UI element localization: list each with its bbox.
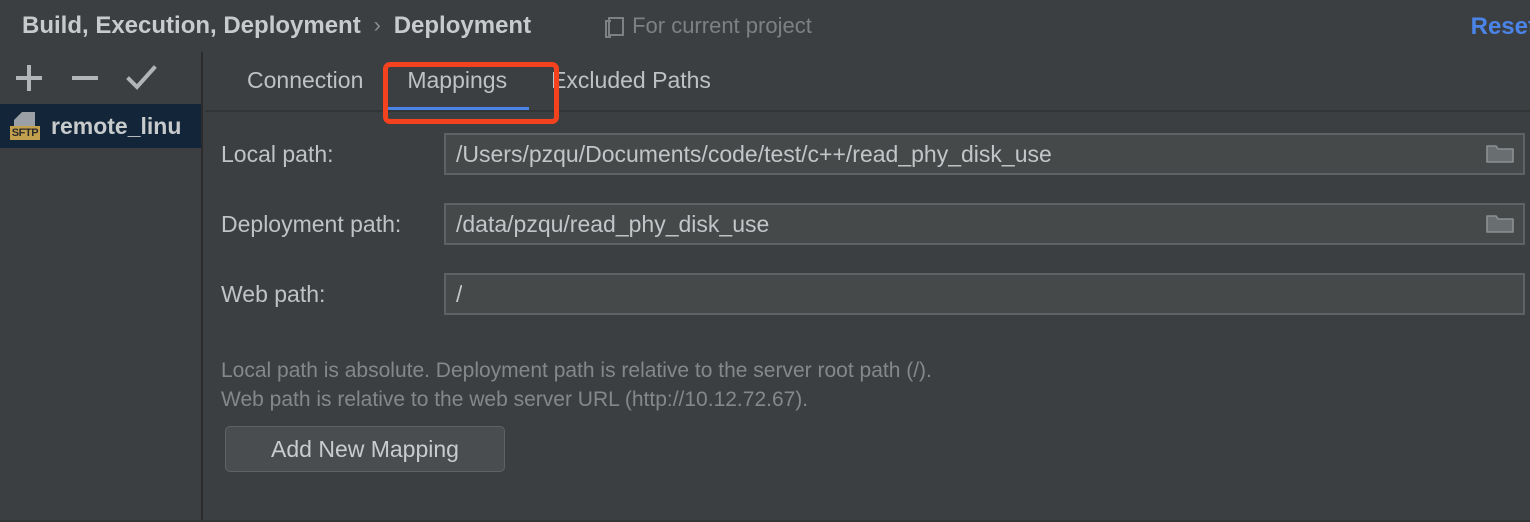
sidebar-item-remote-linux[interactable]: SFTP remote_linu [0, 104, 201, 148]
deployment-path-value: /data/pzqu/read_phy_disk_use [446, 211, 769, 238]
plus-icon[interactable] [12, 61, 46, 95]
local-path-value: /Users/pzqu/Documents/code/test/c++/read… [446, 141, 1052, 168]
local-path-folder-icon[interactable] [1485, 142, 1515, 166]
breadcrumb-root[interactable]: Build, Execution, Deployment [22, 12, 361, 40]
deployment-path-label: Deployment path: [221, 211, 401, 238]
settings-dialog-deployment: Build, Execution, Deployment › Deploymen… [0, 0, 1530, 522]
add-new-mapping-button[interactable]: Add New Mapping [225, 426, 505, 472]
tab-bar-divider [205, 110, 1530, 112]
hint-line-1: Local path is absolute. Deployment path … [221, 356, 1321, 385]
reset-link[interactable]: Reset [1471, 13, 1530, 41]
local-path-label: Local path: [221, 141, 334, 168]
web-path-input[interactable]: / [444, 273, 1525, 315]
tab-connection-label: Connection [247, 67, 363, 93]
tab-connection[interactable]: Connection [225, 53, 385, 110]
web-path-label: Web path: [221, 281, 325, 308]
add-new-mapping-label: Add New Mapping [271, 436, 459, 463]
hint-line-2: Web path is relative to the web server U… [221, 385, 1321, 414]
sftp-badge-label: SFTP [10, 126, 40, 140]
tab-bar: Connection Mappings Excluded Paths [205, 52, 733, 110]
deployment-path-folder-icon[interactable] [1485, 212, 1515, 236]
tab-mappings[interactable]: Mappings [385, 53, 529, 110]
settings-header: Build, Execution, Deployment › Deploymen… [0, 0, 1530, 52]
minus-icon[interactable] [68, 61, 102, 95]
sftp-server-icon: SFTP [10, 111, 40, 141]
tab-excluded-paths-label: Excluded Paths [551, 67, 711, 93]
tab-excluded-paths[interactable]: Excluded Paths [529, 53, 733, 110]
sidebar-toolbar [0, 52, 201, 104]
web-path-value: / [446, 281, 462, 308]
server-list-sidebar: SFTP remote_linu [0, 52, 203, 522]
tab-mappings-label: Mappings [407, 67, 507, 93]
deployment-main-panel: Connection Mappings Excluded Paths Local… [205, 52, 1530, 522]
scope-indicator: For current project [605, 13, 812, 39]
scope-label: For current project [632, 13, 812, 39]
deployment-path-input[interactable]: /data/pzqu/read_phy_disk_use [444, 203, 1525, 245]
sidebar-item-label: remote_linu [51, 113, 181, 140]
breadcrumb-current: Deployment [394, 12, 531, 40]
check-icon[interactable] [124, 61, 158, 95]
mappings-hint-text: Local path is absolute. Deployment path … [221, 356, 1321, 414]
copy-document-icon [605, 17, 623, 35]
local-path-input[interactable]: /Users/pzqu/Documents/code/test/c++/read… [444, 133, 1525, 175]
breadcrumb-separator-icon: › [374, 14, 381, 38]
